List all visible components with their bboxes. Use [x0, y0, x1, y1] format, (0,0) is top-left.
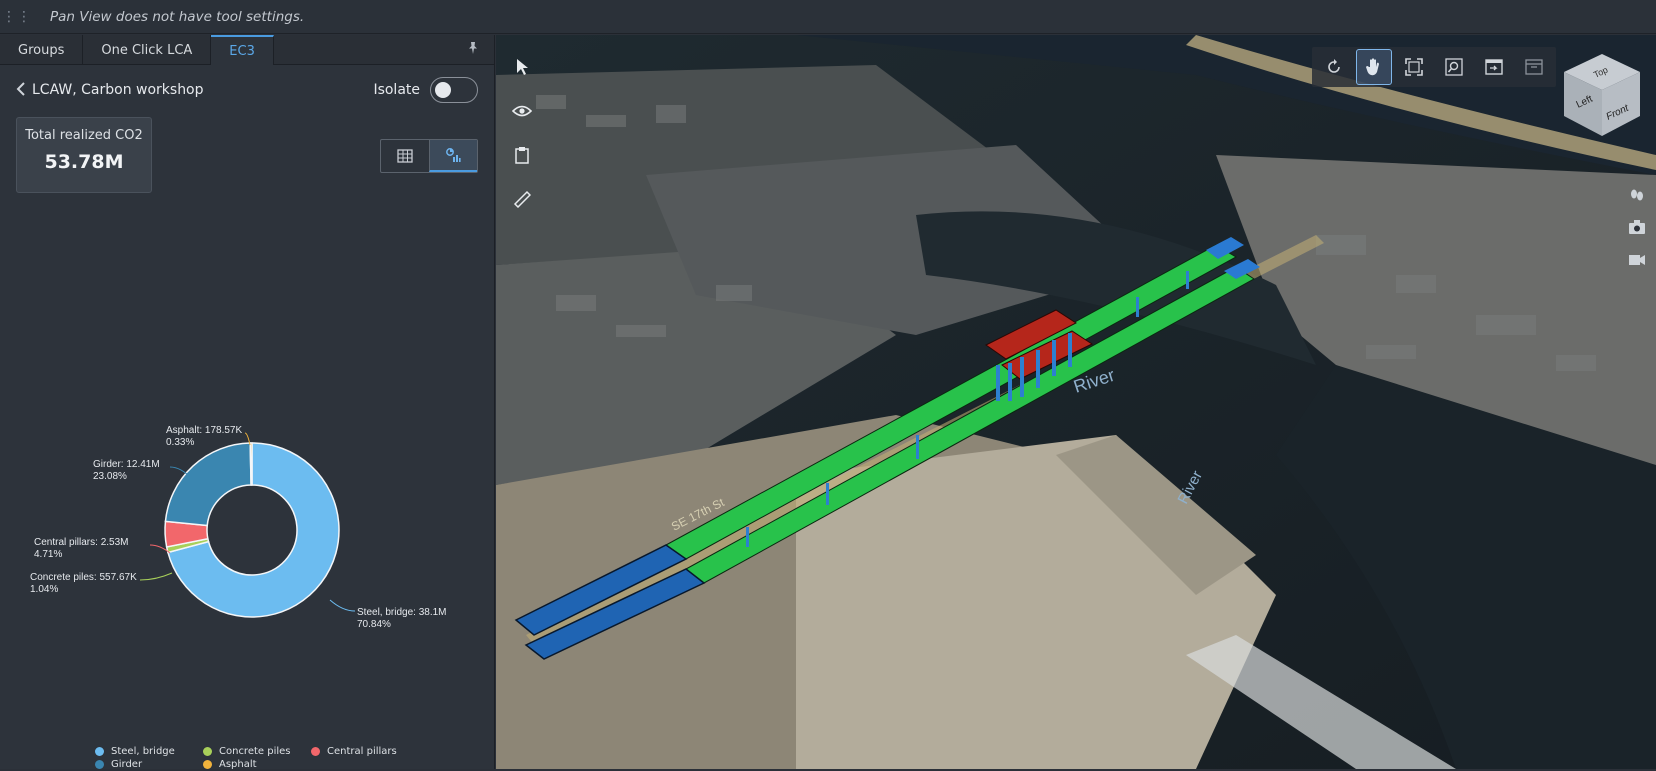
isolate-control: Isolate — [373, 77, 478, 103]
fit-view-icon[interactable] — [1396, 49, 1432, 85]
slice-value-label: Girder: 12.41M — [93, 459, 160, 470]
legend-item-girder[interactable]: Girder — [95, 759, 203, 770]
carbon-donut-chart: Steel, bridge: 38.1M70.84% Concrete piles… — [30, 425, 447, 630]
table-icon — [397, 149, 413, 163]
back-chevron-icon[interactable] — [16, 81, 26, 100]
panel-tabs: Groups One Click LCA EC3 — [0, 35, 494, 65]
table-view-button[interactable] — [381, 140, 429, 172]
video-camera-icon[interactable] — [1626, 253, 1648, 275]
pin-icon[interactable] — [466, 41, 482, 57]
slice-value-label: Asphalt: 178.57K — [166, 425, 242, 436]
slice-value-label: Central pillars: 2.53M — [34, 537, 128, 548]
collapse-view-icon[interactable] — [1516, 49, 1552, 85]
view-mode-toggle — [380, 139, 478, 173]
legend-label: Girder — [111, 759, 143, 770]
tool-settings-message: Pan View does not have tool settings. — [50, 8, 305, 25]
side-nav-tools — [1626, 185, 1648, 275]
legend-label: Steel, bridge — [111, 746, 175, 757]
total-co2-value: 53.78M — [44, 151, 124, 173]
slice-value-label: Concrete piles: 557.67K — [30, 572, 137, 583]
rotate-view-icon[interactable] — [1316, 49, 1352, 85]
slice-percent-label: 0.33% — [166, 437, 194, 448]
model-name: LCAW, Carbon workshop — [32, 82, 204, 98]
view-cube[interactable]: Top Left Front — [1560, 50, 1644, 140]
label-leader-line — [329, 599, 356, 612]
legend-row: Steel, bridge Concrete piles Central pilla… — [95, 745, 475, 758]
chart-legend: Steel, bridge Concrete piles Central pilla… — [95, 745, 475, 771]
legend-label: Central pillars — [327, 746, 397, 757]
legend-label: Asphalt — [219, 759, 257, 770]
slice-percent-label: 4.71% — [34, 549, 62, 560]
walk-icon[interactable] — [1626, 185, 1648, 207]
label-leader-line — [139, 572, 173, 581]
left-view-tools — [510, 55, 534, 211]
isolate-toggle[interactable] — [430, 77, 478, 103]
total-co2-label: Total realized CO2 — [25, 128, 143, 143]
donut-slice-girder[interactable] — [164, 442, 252, 527]
tab-ec3[interactable]: EC3 — [211, 35, 274, 65]
tab-one-click-lca[interactable]: One Click LCA — [83, 35, 212, 65]
tool-settings-bar: ⋮⋮ Pan View does not have tool settings. — [0, 0, 1656, 34]
legend-item-asphalt[interactable]: Asphalt — [203, 759, 311, 770]
camera-icon[interactable] — [1626, 219, 1648, 241]
ec3-panel: Groups One Click LCA EC3 LCAW, Carbon wo… — [0, 35, 495, 771]
isolate-label: Isolate — [373, 82, 420, 98]
slice-percent-label: 1.04% — [30, 584, 58, 595]
aerial-scene: River River SE 17th St — [496, 35, 1656, 769]
legend-item-concrete-piles[interactable]: Concrete piles — [203, 746, 311, 757]
toggle-knob — [435, 82, 451, 98]
legend-label: Concrete piles — [219, 746, 291, 757]
total-co2-card: Total realized CO2 53.78M — [16, 117, 152, 193]
pan-view-hand-icon[interactable] — [1356, 49, 1392, 85]
slice-value-label: Steel, bridge: 38.1M — [357, 607, 447, 618]
zoom-window-icon[interactable] — [1436, 49, 1472, 85]
tab-groups[interactable]: Groups — [0, 35, 84, 65]
slice-percent-label: 23.08% — [93, 471, 127, 482]
legend-item-steel-bridge[interactable]: Steel, bridge — [95, 746, 203, 757]
window-area-icon[interactable] — [1476, 49, 1512, 85]
legend-item-central-pillars[interactable]: Central pillars — [311, 746, 419, 757]
eye-icon[interactable] — [510, 99, 534, 123]
legend-swatch — [95, 747, 104, 756]
legend-swatch — [311, 747, 320, 756]
measure-icon[interactable] — [510, 187, 534, 211]
legend-swatch — [203, 760, 212, 769]
legend-swatch — [203, 747, 212, 756]
legend-swatch — [95, 760, 104, 769]
3d-viewport[interactable]: River River SE 17th St Top Left Front — [496, 35, 1656, 769]
slice-percent-label: 70.84% — [357, 619, 391, 630]
view-toolbar — [1312, 47, 1556, 87]
select-arrow-icon[interactable] — [510, 55, 534, 79]
panel-header: LCAW, Carbon workshop Isolate — [16, 77, 478, 103]
legend-row: Girder Asphalt — [95, 758, 475, 771]
chart-view-button[interactable] — [428, 140, 477, 172]
chart-icon — [446, 148, 461, 162]
donut-slice-asphalt[interactable] — [249, 442, 253, 486]
drag-handle-icon[interactable]: ⋮⋮ — [0, 0, 34, 34]
clipboard-icon[interactable] — [510, 143, 534, 167]
